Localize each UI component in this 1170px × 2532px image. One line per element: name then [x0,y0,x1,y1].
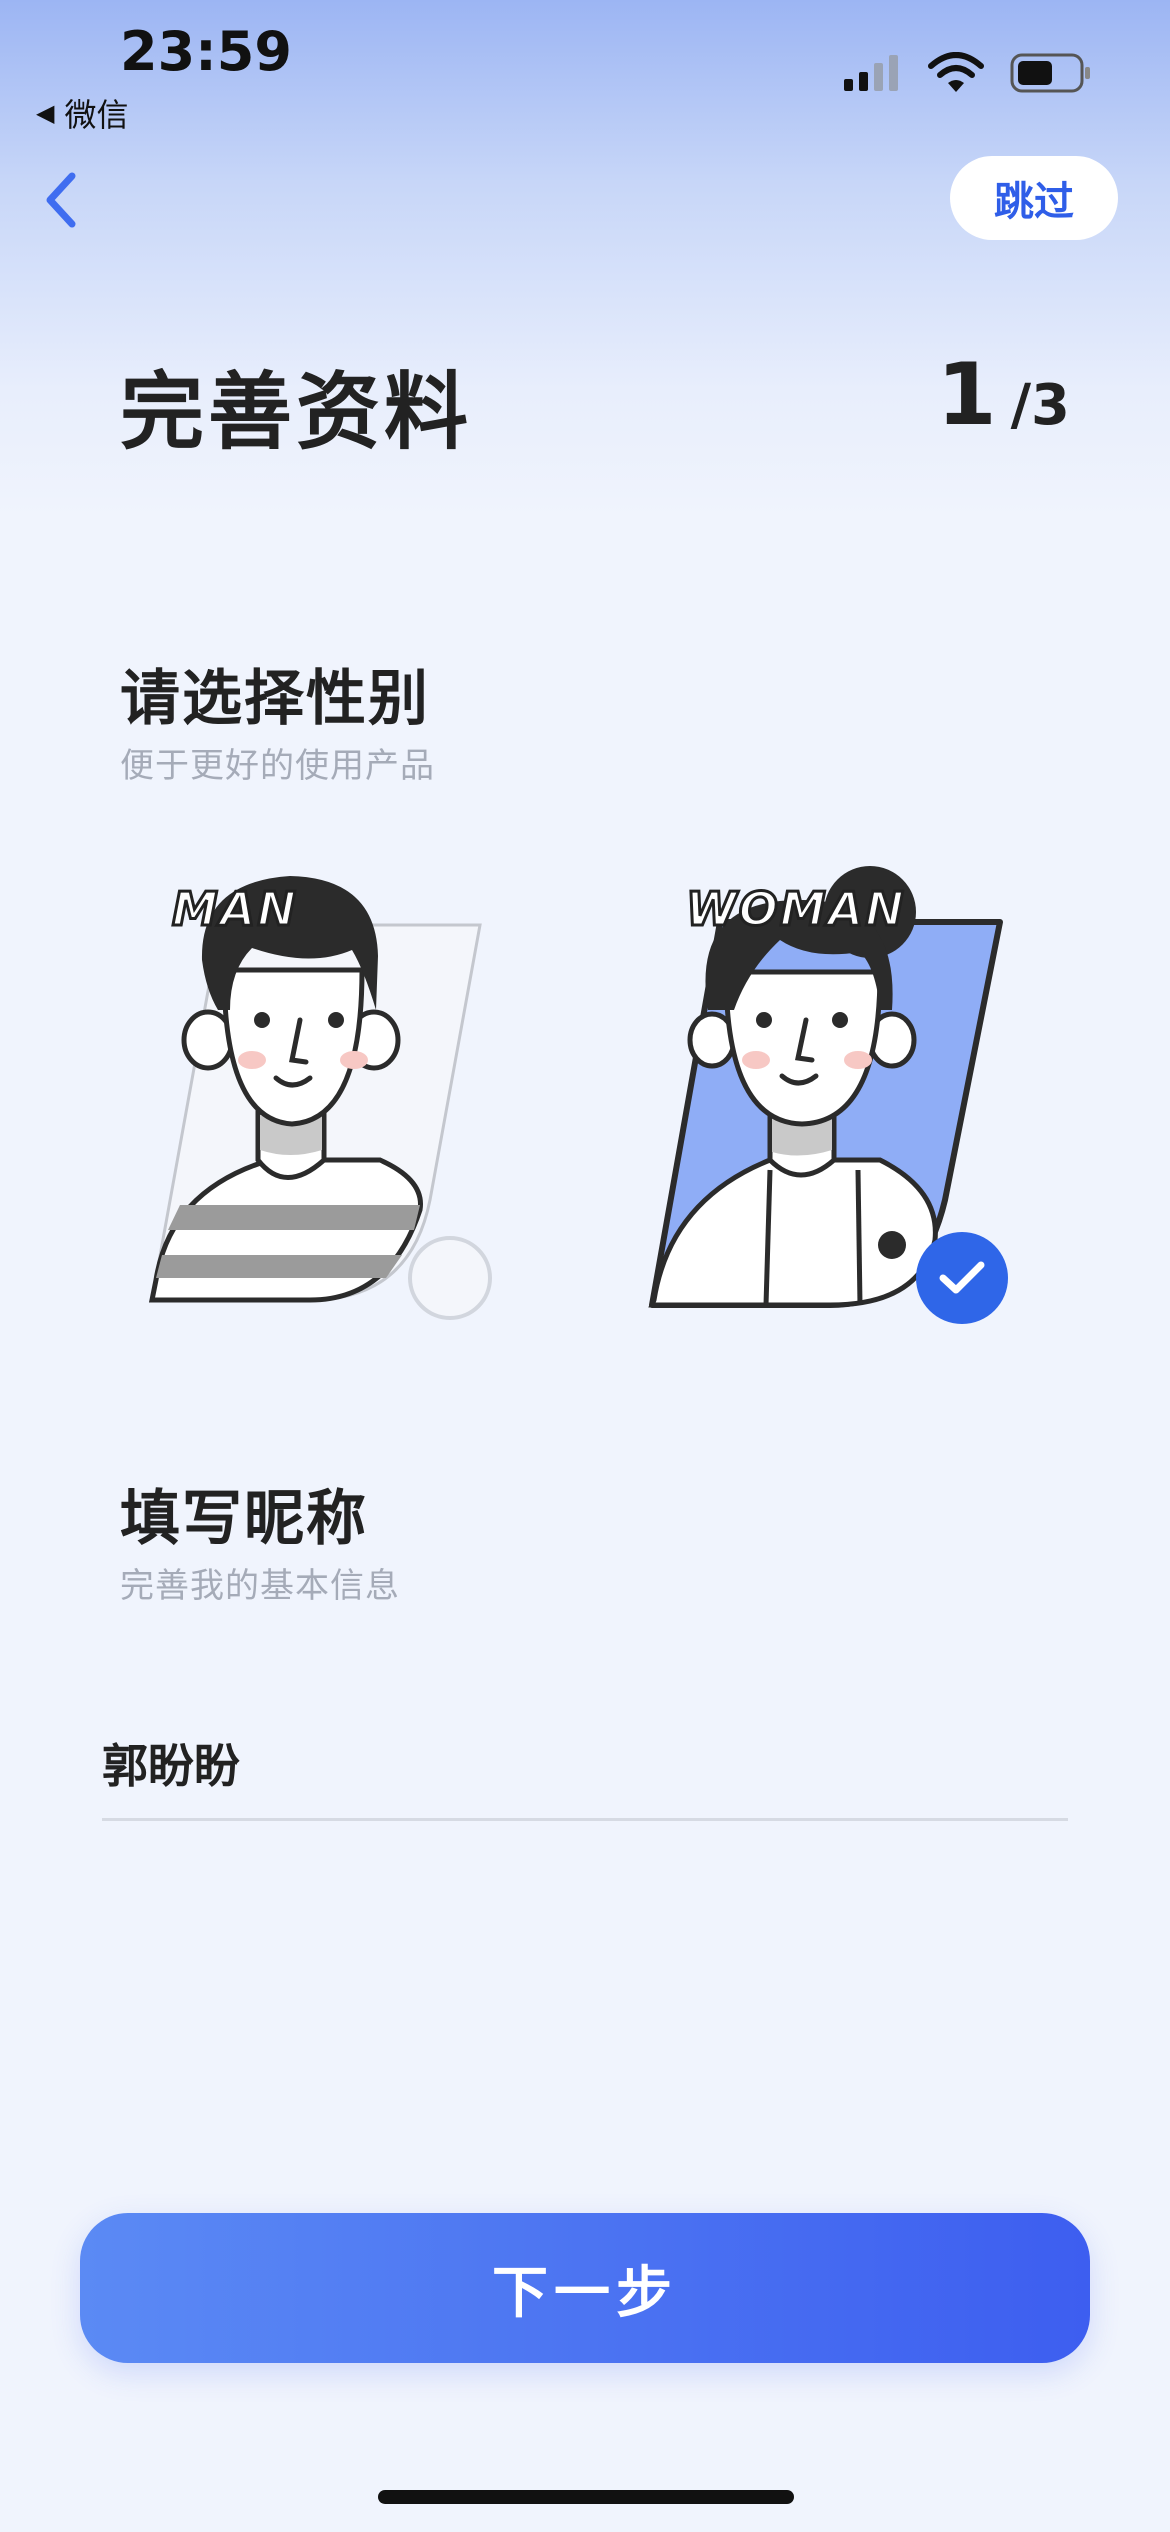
page-title: 完善资料 [120,363,473,461]
gender-option-man[interactable]: MAN [140,860,560,1340]
gender-section-subtitle: 便于更好的使用产品 [120,746,435,786]
nickname-section-title: 填写昵称 [120,1484,368,1554]
nickname-input[interactable]: 郭盼盼 [102,1730,240,1796]
step-current: 1 [936,345,997,445]
next-step-button[interactable]: 下一步 [80,2213,1090,2363]
woman-radio-selected[interactable] [916,1232,1008,1324]
woman-label: WOMAN [685,881,906,938]
skip-button[interactable]: 跳过 [950,156,1118,240]
nickname-underline [102,1818,1068,1821]
gender-option-woman[interactable]: WOMAN [630,860,1050,1340]
status-icons [842,52,1092,94]
man-radio-unselected-icon[interactable] [408,1236,492,1320]
status-time: 23:59 [120,20,292,83]
back-chevron-icon[interactable] [36,164,88,236]
signal-icon [844,55,898,91]
back-app-label: 微信 [64,96,129,134]
wifi-icon [928,52,984,92]
back-triangle-icon: ◀ [36,99,55,127]
step-indicator: 1 /3 [937,345,1070,445]
man-label: MAN [171,881,298,938]
battery-icon [1010,53,1090,93]
step-total: /3 [1010,373,1070,438]
back-to-app[interactable]: ◀ 微信 [36,90,128,136]
checkmark-icon [939,1261,985,1294]
gender-section-title: 请选择性别 [120,664,430,734]
nickname-section-subtitle: 完善我的基本信息 [120,1566,400,1606]
home-indicator [378,2490,794,2504]
